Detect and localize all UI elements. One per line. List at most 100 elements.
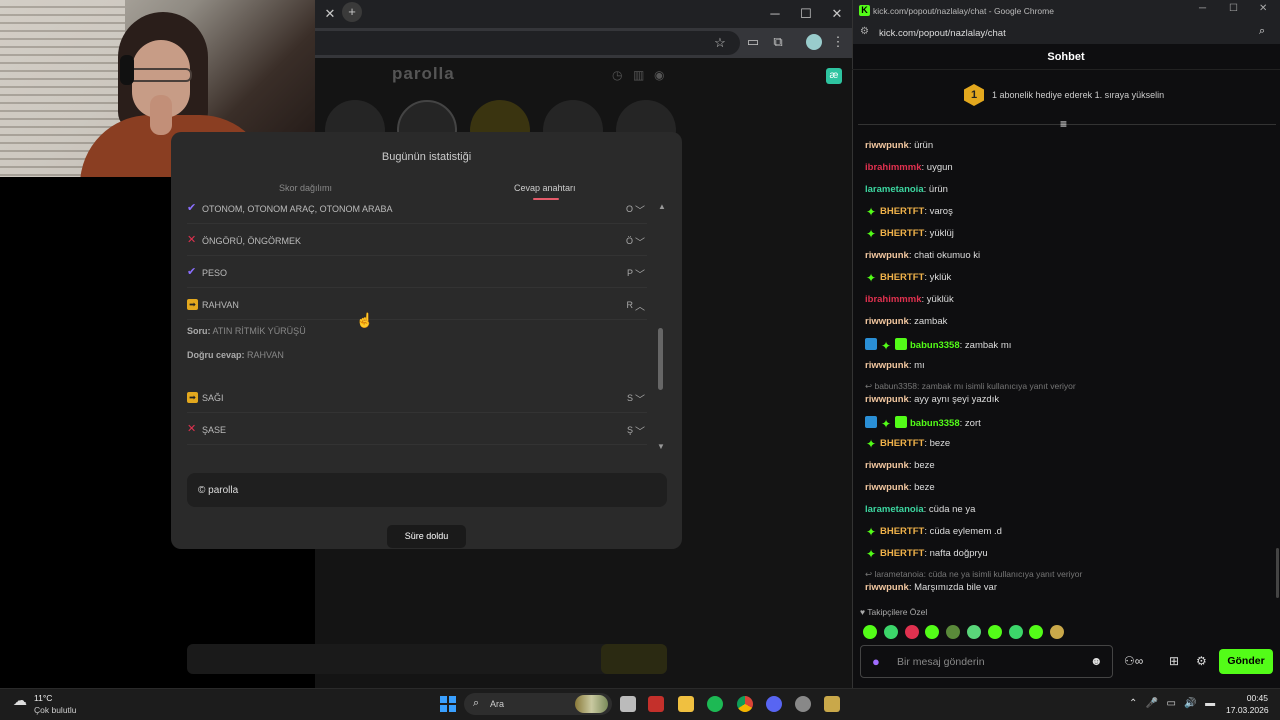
- extension-badge-icon[interactable]: æ: [826, 68, 842, 84]
- answer-row[interactable]: ➡ SAĞI S ﹀: [187, 381, 647, 413]
- chat-message[interactable]: riwwpunk: beze: [865, 482, 935, 493]
- answer-row[interactable]: ✕ ŞASE Ş ﹀: [187, 413, 647, 445]
- gift-badge-icon[interactable]: [895, 338, 907, 350]
- weather-condition[interactable]: Çok bulutlu: [34, 705, 77, 715]
- chat-message[interactable]: riwwpunk: mı: [865, 360, 925, 371]
- sparkle-badge-icon[interactable]: ✦: [865, 206, 877, 218]
- minimize-icon[interactable]: ─: [1199, 3, 1206, 14]
- scrollbar-thumb[interactable]: [658, 328, 663, 390]
- stats-icon[interactable]: ▥: [633, 68, 644, 82]
- chat-username[interactable]: ibrahimmmk: [865, 162, 922, 173]
- timeout-button[interactable]: Süre doldu: [387, 525, 466, 548]
- chat-message[interactable]: riwwpunk: chati okumuo ki: [865, 250, 980, 261]
- emote-icon[interactable]: [1008, 625, 1023, 639]
- chevron-down-icon[interactable]: ﹀: [635, 234, 645, 249]
- chat-username[interactable]: riwwpunk: [865, 460, 909, 471]
- chat-message[interactable]: larametanoia: cüda ne ya: [865, 504, 975, 515]
- chat-username[interactable]: BHERTFT: [880, 272, 924, 283]
- chevron-down-icon[interactable]: ﹀: [635, 202, 645, 217]
- users-icon[interactable]: ⚇∞: [1124, 654, 1143, 668]
- chat-username[interactable]: BHERTFT: [880, 438, 924, 449]
- chat-message[interactable]: riwwpunk: beze: [865, 460, 935, 471]
- chat-username[interactable]: riwwpunk: [865, 250, 909, 261]
- answer-row[interactable]: ✔ PESO P ﹀: [187, 256, 647, 288]
- chat-message[interactable]: riwwpunk: ayy aynı şeyi yazdık: [865, 394, 999, 405]
- menu-icon[interactable]: ⋮: [826, 30, 850, 54]
- chat-message[interactable]: ✦ BHERTFT: yüklüj: [865, 228, 954, 240]
- close-window-icon[interactable]: ✕: [825, 2, 849, 26]
- new-tab-icon[interactable]: +: [342, 2, 362, 22]
- chat-message[interactable]: riwwpunk: ürün: [865, 140, 933, 151]
- chat-message[interactable]: ✦ BHERTFT: nafta doğpryu: [865, 548, 988, 560]
- discord-icon[interactable]: [766, 696, 782, 712]
- chat-username[interactable]: riwwpunk: [865, 316, 909, 327]
- chat-username[interactable]: riwwpunk: [865, 360, 909, 371]
- reader-icon[interactable]: ▭: [741, 30, 765, 54]
- submit-button[interactable]: [601, 644, 667, 674]
- chat-message[interactable]: riwwpunk: Marşımızda bile var: [865, 582, 997, 593]
- start-button[interactable]: [440, 696, 456, 712]
- chat-message[interactable]: ✦ babun3358: zort: [865, 416, 981, 430]
- maximize-icon[interactable]: ☐: [1229, 3, 1238, 14]
- answer-row[interactable]: ✔ OTONOM, OTONOM ARAÇ, OTONOM ARABA O ﹀: [187, 192, 647, 224]
- bookmark-star-icon[interactable]: ☆: [708, 31, 732, 55]
- obs-icon[interactable]: [795, 696, 811, 712]
- answer-row[interactable]: ➡ RAHVAN R ︿: [187, 288, 647, 320]
- answer-input[interactable]: [187, 644, 667, 674]
- chat-username[interactable]: riwwpunk: [865, 482, 909, 493]
- spotify-icon[interactable]: [707, 696, 723, 712]
- gift-icon[interactable]: ⊞: [1169, 654, 1179, 668]
- chrome-icon[interactable]: [737, 696, 753, 712]
- chevron-down-icon[interactable]: ﹀: [635, 391, 645, 406]
- scroll-up-icon[interactable]: ▲: [658, 202, 666, 211]
- emoji-icon[interactable]: ☻: [1090, 654, 1103, 668]
- sparkle-badge-icon[interactable]: ✦: [880, 418, 892, 430]
- sparkle-badge-icon[interactable]: ✦: [865, 228, 877, 240]
- sparkle-badge-icon[interactable]: ✦: [865, 548, 877, 560]
- zoom-icon[interactable]: ⌕: [1259, 25, 1265, 38]
- chat-username[interactable]: riwwpunk: [865, 394, 909, 405]
- site-info-icon[interactable]: ⚙: [860, 26, 869, 37]
- gift-badge-icon[interactable]: [895, 416, 907, 428]
- expand-pinned-icon[interactable]: ≡: [1060, 117, 1067, 131]
- share-box[interactable]: [187, 473, 667, 507]
- app-icon[interactable]: [824, 696, 840, 712]
- minimize-icon[interactable]: ─: [763, 2, 787, 26]
- site-logo[interactable]: parolla: [392, 64, 455, 84]
- send-button[interactable]: Gönder: [1219, 649, 1273, 674]
- chat-username[interactable]: BHERTFT: [880, 548, 924, 559]
- file-explorer-icon[interactable]: [678, 696, 694, 712]
- chat-message[interactable]: ✦ BHERTFT: cüda eylemem .d: [865, 526, 1002, 538]
- sparkle-badge-icon[interactable]: ✦: [865, 526, 877, 538]
- chat-message[interactable]: larametanoia: ürün: [865, 184, 948, 195]
- chat-username[interactable]: larametanoia: [865, 504, 924, 515]
- close-tab-icon[interactable]: ✕: [318, 2, 342, 26]
- reply-context[interactable]: ↩ babun3358: zambak mı isimli kullanıcıy…: [865, 381, 1076, 392]
- clock[interactable]: 00:45: [1240, 693, 1268, 703]
- sparkle-badge-icon[interactable]: ✦: [865, 438, 877, 450]
- chat-message[interactable]: ✦ BHERTFT: yklük: [865, 272, 951, 284]
- sparkle-badge-icon[interactable]: ✦: [865, 272, 877, 284]
- emote-icon[interactable]: [987, 625, 1002, 639]
- task-view-icon[interactable]: [620, 696, 636, 712]
- mic-icon[interactable]: ●: [872, 654, 880, 669]
- chat-username[interactable]: ibrahimmmk: [865, 294, 922, 305]
- chevron-down-icon[interactable]: ﹀: [635, 423, 645, 438]
- app-p-icon[interactable]: [648, 696, 664, 712]
- moderator-badge-icon[interactable]: [865, 416, 877, 428]
- close-window-icon[interactable]: ✕: [1259, 3, 1267, 14]
- weather-temp[interactable]: 11°C: [34, 693, 52, 703]
- answer-row[interactable]: ✕ ÖNGÖRÜ, ÖNGÖRMEK Ö ﹀: [187, 224, 647, 256]
- address-bar[interactable]: ☆: [315, 31, 740, 55]
- chat-message[interactable]: riwwpunk: zambak: [865, 316, 947, 327]
- extensions-icon[interactable]: ⧉: [766, 30, 790, 54]
- gift-leaderboard-text[interactable]: 1 abonelik hediye ederek 1. sıraya yükse…: [992, 90, 1164, 100]
- profile-avatar[interactable]: [806, 34, 822, 50]
- emote-icon[interactable]: [863, 625, 877, 639]
- history-icon[interactable]: ◷: [612, 68, 622, 82]
- emote-icon[interactable]: [967, 625, 981, 639]
- reply-context[interactable]: ↩ larametanoia: cüda ne ya isimli kullan…: [865, 569, 1082, 580]
- chat-username[interactable]: BHERTFT: [880, 228, 924, 239]
- chat-username[interactable]: BHERTFT: [880, 526, 924, 537]
- profile-icon[interactable]: ◉: [654, 68, 664, 82]
